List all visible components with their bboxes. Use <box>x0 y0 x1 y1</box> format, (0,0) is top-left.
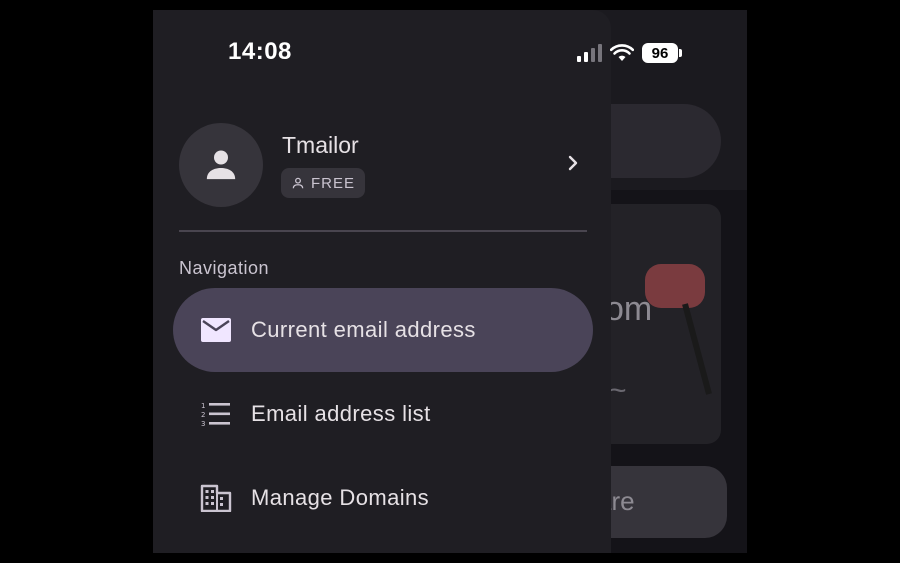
nav-item-label: Current email address <box>251 317 476 342</box>
numbered-list-icon: 1 2 3 <box>199 397 233 431</box>
person-icon <box>206 150 236 180</box>
plan-label: FREE <box>311 174 356 192</box>
navigation-section-title: Navigation <box>179 258 270 278</box>
avatar[interactable] <box>179 123 263 207</box>
svg-text:1: 1 <box>201 402 205 410</box>
navigation-drawer: 14:08 96 Tmailor FREE Navigation Current… <box>153 10 682 553</box>
cellular-signal-icon <box>577 44 602 62</box>
nav-item-label: Manage Domains <box>251 485 430 510</box>
phone-screen: om ~ are 14:08 96 Tmailor FREE Navigatio… <box>153 10 747 553</box>
svg-text:3: 3 <box>201 420 205 428</box>
status-icons: 96 <box>577 43 682 63</box>
wifi-icon <box>610 44 634 61</box>
user-name[interactable]: Tmailor <box>282 132 359 159</box>
nav-item-label: Email address list <box>251 401 431 426</box>
nav-item-manage-domains[interactable]: Manage Domains <box>173 456 593 540</box>
nav-item-email-list[interactable]: 1 2 3 Email address list <box>173 372 593 456</box>
plan-badge: FREE <box>281 168 366 198</box>
svg-text:2: 2 <box>201 411 205 419</box>
battery-level: 96 <box>642 43 678 63</box>
domain-icon <box>199 481 233 515</box>
mail-icon <box>199 313 233 347</box>
background-card-mark: ~ <box>609 374 627 407</box>
person-outline-icon <box>292 177 304 189</box>
nav-item-current-email[interactable]: Current email address <box>173 288 593 372</box>
background-card-text: om <box>605 290 653 328</box>
chevron-right-icon[interactable] <box>563 153 583 173</box>
battery-icon: 96 <box>642 43 682 63</box>
status-time: 14:08 <box>228 38 292 65</box>
divider <box>179 230 587 232</box>
